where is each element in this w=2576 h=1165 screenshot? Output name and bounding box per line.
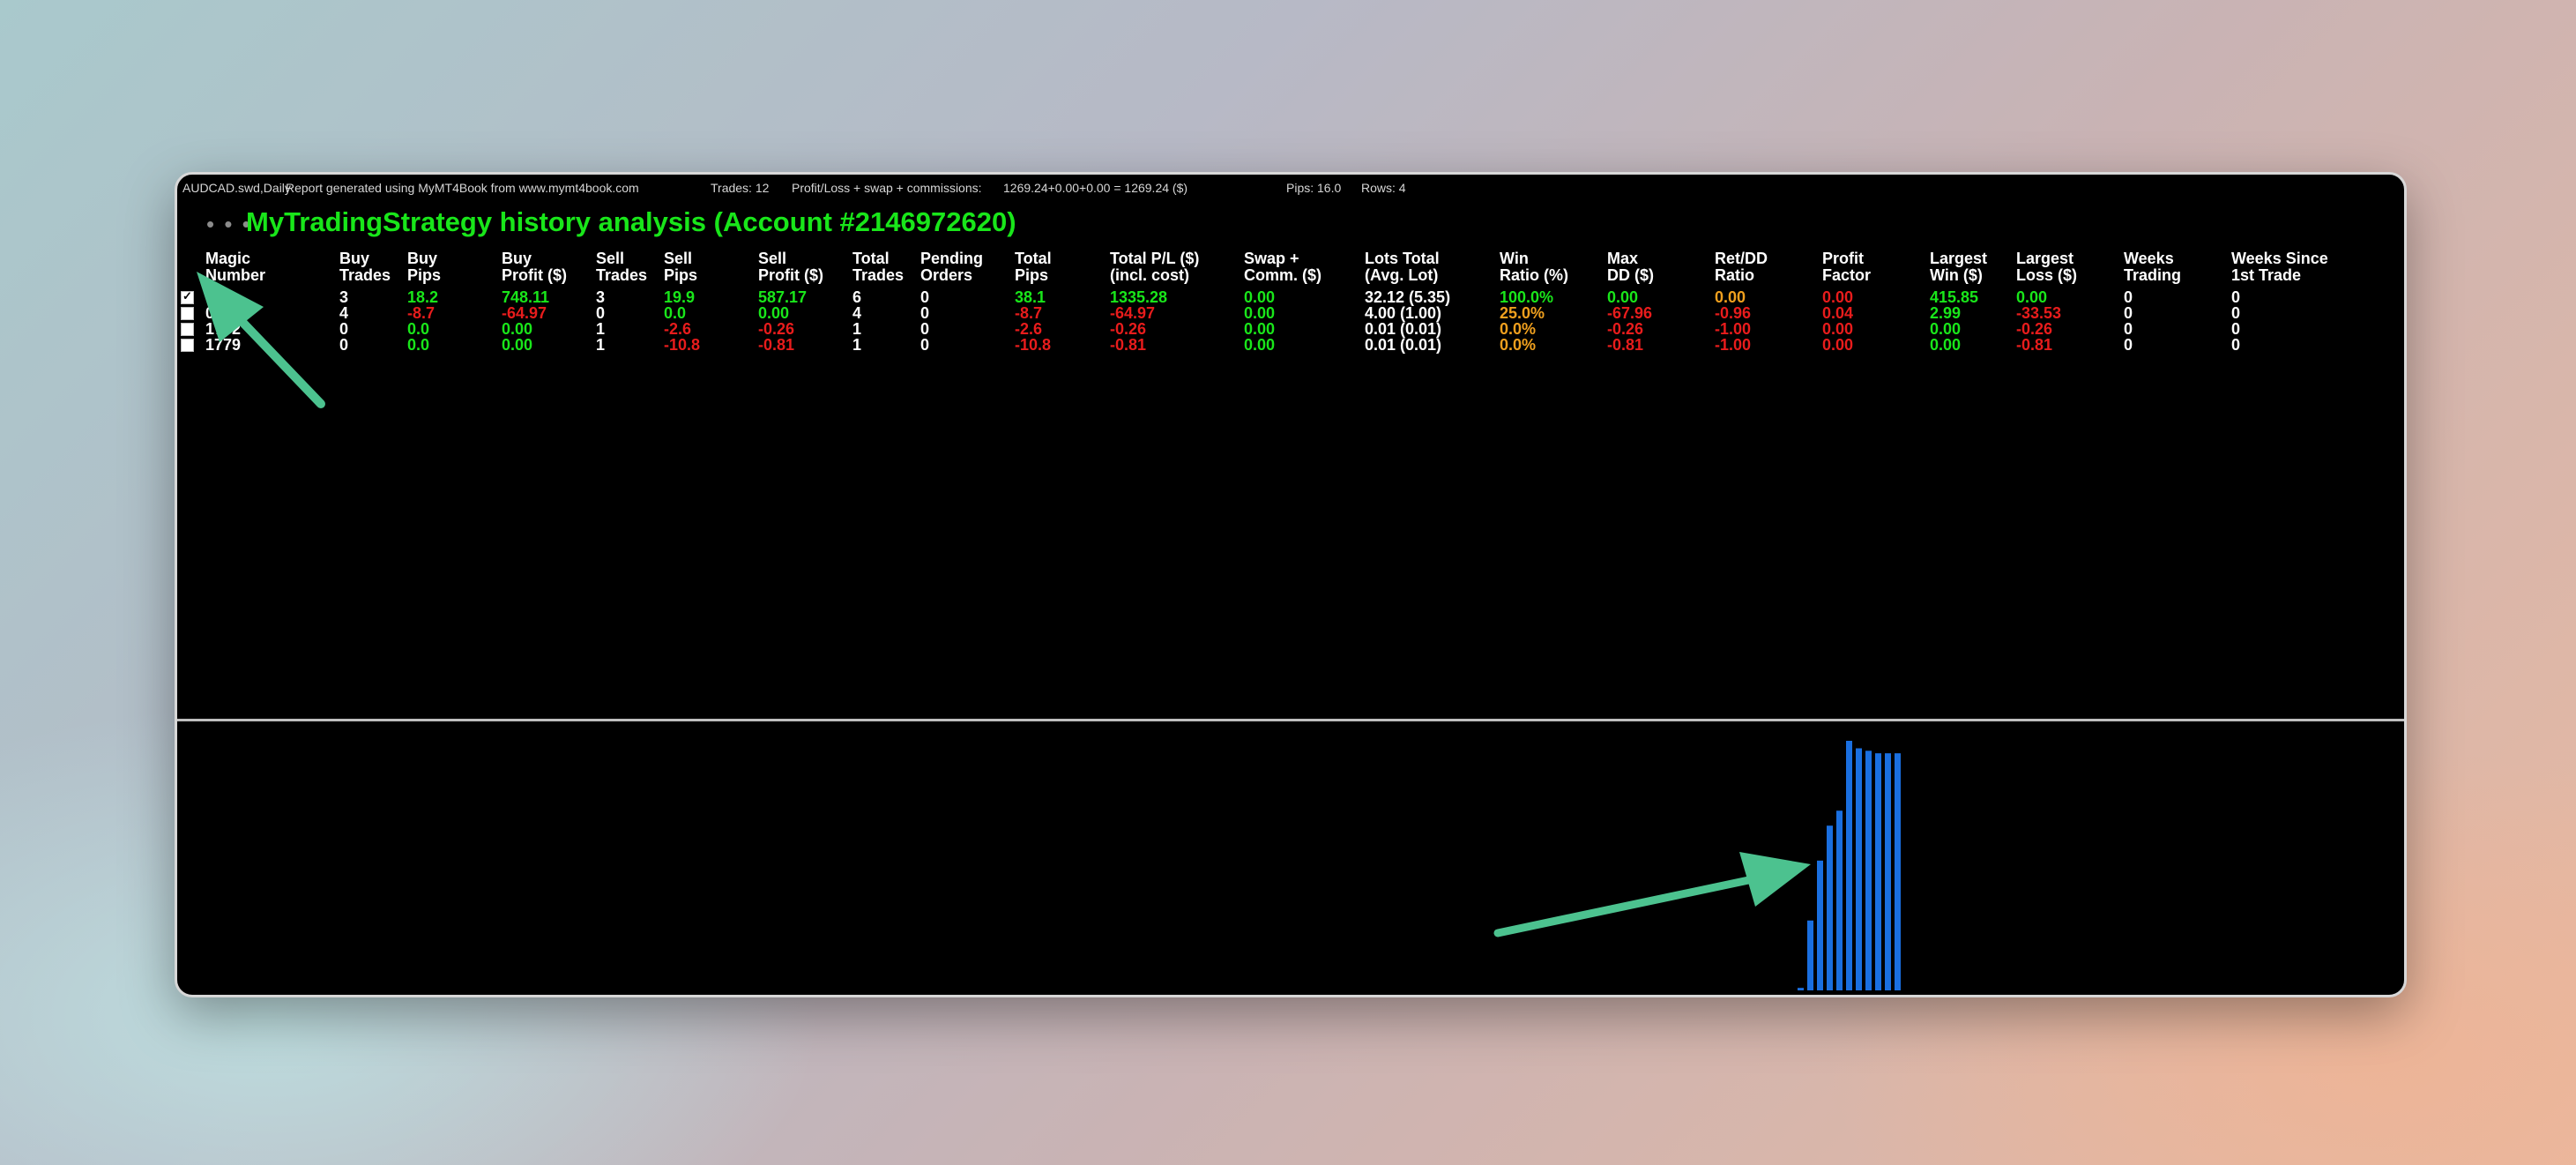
annotation-arrows: [197, 272, 1811, 937]
arrow-icon-top: [197, 272, 325, 408]
history-report-window: AUDCAD.swd,Daily Report generated using …: [175, 172, 2407, 997]
arrow-icon-bottom: [1493, 852, 1811, 937]
